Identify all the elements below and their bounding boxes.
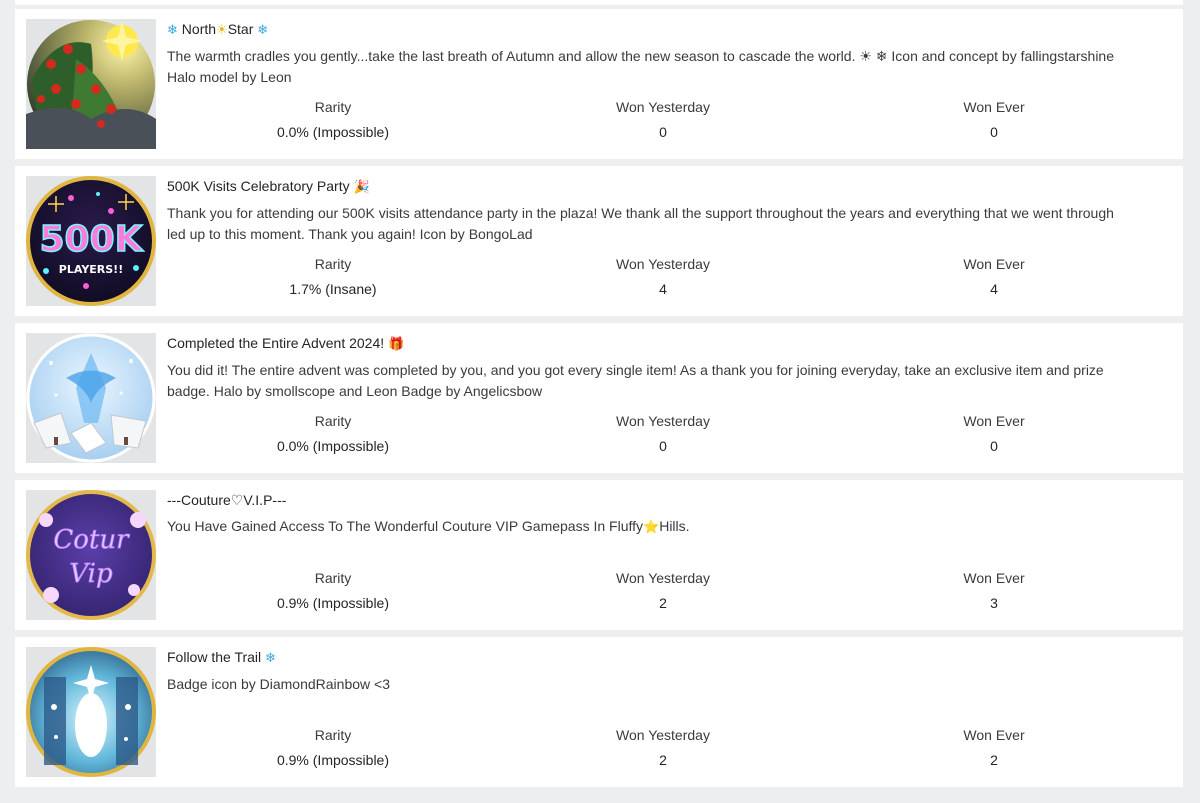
sun-icon: ☀: [216, 23, 228, 38]
svg-text:PLAYERS!!: PLAYERS!!: [59, 263, 123, 276]
star-icon: ⭐: [643, 520, 660, 535]
badge-row-north-star[interactable]: ❄ North☀Star ❄ The warmth cradles you ge…: [15, 9, 1183, 159]
badge-description: Thank you for attending our 500K visits …: [167, 205, 1114, 242]
badge-stats: Rarity 0.9% (Impossible) Won Yesterday 2…: [167, 568, 1167, 618]
badge-row-500k-visits[interactable]: 500K PLAYERS!! 500K Visits Celebratory P…: [15, 166, 1183, 316]
badge-title[interactable]: Completed the Entire Advent 2024! 🎁: [167, 334, 1167, 354]
badge-thumbnail-couture-vip[interactable]: Cotur Vip: [26, 490, 156, 620]
won-yesterday-stat: Won Yesterday 2: [616, 570, 710, 611]
rarity-stat: Rarity 1.7% (Insane): [289, 256, 377, 297]
rarity-stat: Rarity 0.9% (Impossible): [276, 727, 390, 768]
badge-title[interactable]: 500K Visits Celebratory Party 🎉: [167, 177, 1167, 197]
svg-text:Vip: Vip: [69, 559, 113, 589]
badge-list: ❄ North☀Star ❄ The warmth cradles you ge…: [15, 0, 1183, 803]
snowflake-icon: ❄: [265, 651, 276, 666]
follow-the-trail-badge-icon: [26, 647, 156, 777]
rarity-stat: Rarity 0.9% (Impossible): [276, 570, 390, 611]
gift-icon: 🎁: [388, 337, 405, 352]
snowflake-icon: ❄: [167, 23, 178, 38]
badge-description: Badge icon by DiamondRainbow <3: [167, 676, 390, 692]
rarity-stat: Rarity 0.0% (Impossible): [276, 413, 390, 454]
advent-2024-badge-icon: [26, 333, 156, 463]
badge-title[interactable]: Follow the Trail ❄: [167, 648, 1167, 668]
snowflake-icon: ❄: [257, 23, 269, 38]
won-ever-stat: Won Ever 3: [963, 570, 1025, 611]
badge-stats: Rarity 1.7% (Insane) Won Yesterday 4 Won…: [167, 254, 1167, 304]
won-yesterday-stat: Won Yesterday 2: [616, 727, 710, 768]
previous-row-edge: [15, 0, 1183, 5]
badge-description: You did it! The entire advent was comple…: [167, 362, 1104, 399]
svg-text:500K: 500K: [39, 219, 143, 260]
north-star-badge-icon: [26, 20, 156, 149]
badge-title[interactable]: ---Couture♡V.I.P---: [167, 491, 1167, 510]
badge-thumbnail-follow-the-trail[interactable]: [26, 647, 156, 777]
svg-text:Cotur: Cotur: [53, 525, 130, 555]
badge-row-follow-the-trail[interactable]: Follow the Trail ❄ Badge icon by Diamond…: [15, 637, 1183, 787]
rarity-stat: Rarity 0.0% (Impossible): [276, 99, 390, 140]
won-yesterday-stat: Won Yesterday 0: [616, 99, 710, 140]
badge-row-advent-2024[interactable]: Completed the Entire Advent 2024! 🎁 You …: [15, 323, 1183, 473]
badge-title[interactable]: ❄ North☀Star ❄: [167, 20, 1167, 40]
badge-stats: Rarity 0.0% (Impossible) Won Yesterday 0…: [167, 97, 1167, 147]
badge-stats: Rarity 0.9% (Impossible) Won Yesterday 2…: [167, 725, 1167, 775]
badge-stats: Rarity 0.0% (Impossible) Won Yesterday 0…: [167, 411, 1167, 461]
won-ever-stat: Won Ever 2: [963, 727, 1025, 768]
badge-thumbnail-500k-visits[interactable]: 500K PLAYERS!!: [26, 176, 156, 306]
party-popper-icon: 🎉: [353, 180, 370, 195]
badge-row-couture-vip[interactable]: Cotur Vip ---Couture♡V.I.P--- You Have G…: [15, 480, 1183, 630]
badge-description: You Have Gained Access To The Wonderful …: [167, 518, 690, 535]
badge-description: The warmth cradles you gently...take the…: [167, 48, 1114, 85]
500k-party-badge-icon: 500K PLAYERS!!: [26, 176, 156, 306]
couture-vip-badge-icon: Cotur Vip: [26, 490, 156, 620]
won-yesterday-stat: Won Yesterday 0: [616, 413, 710, 454]
badge-thumbnail-north-star[interactable]: [26, 19, 156, 149]
won-ever-stat: Won Ever 4: [963, 256, 1025, 297]
badge-thumbnail-advent-2024[interactable]: [26, 333, 156, 463]
won-yesterday-stat: Won Yesterday 4: [616, 256, 710, 297]
won-ever-stat: Won Ever 0: [963, 413, 1025, 454]
won-ever-stat: Won Ever 0: [963, 99, 1025, 140]
